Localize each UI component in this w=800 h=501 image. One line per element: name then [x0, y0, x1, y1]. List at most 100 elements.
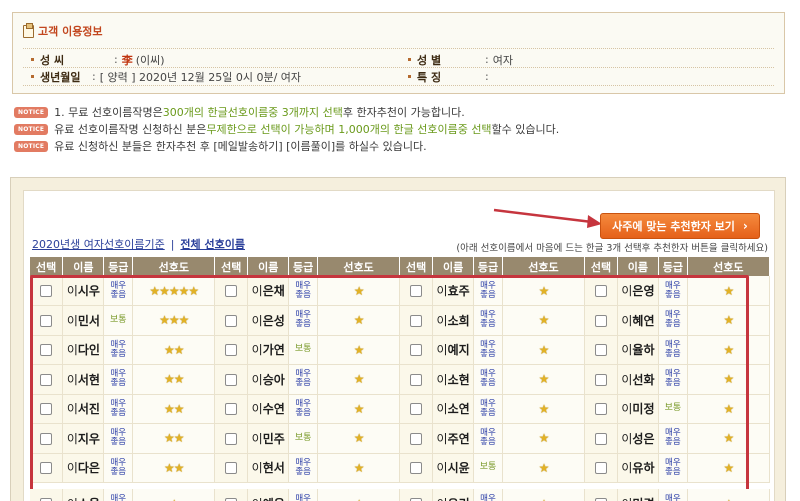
preference-stars: ★ [723, 372, 734, 386]
name-checkbox[interactable] [40, 285, 53, 297]
select-cell [399, 305, 434, 336]
table-row: 이지우 매우 좋음 ★★ 이민주 보통 ★ 이주연 매우 좋음 ★ 이성은 매우 좋음 ★ [30, 423, 771, 454]
preference-cell: ★★ [132, 394, 216, 424]
given-name-text: 민주 [262, 431, 285, 446]
name-checkbox[interactable] [225, 344, 238, 357]
select-cell [214, 335, 249, 365]
preference-cell: ★★★ [132, 305, 216, 336]
header-select: 선택 [399, 257, 434, 276]
star-icon: ★ [159, 313, 170, 328]
grade-label-line: 좋음 [665, 348, 681, 359]
preference-stars: ★ [354, 343, 365, 357]
name-checkbox[interactable] [40, 403, 53, 416]
name-checkbox[interactable] [410, 403, 423, 416]
name-checkbox[interactable] [410, 462, 423, 475]
surname-text: 이 [66, 284, 78, 298]
notice-1: NOTICE 1. 무료 선호이름작명은 300개의 한글선호이름중 3개까지 … [14, 104, 465, 120]
preference-stars: ★ [723, 431, 734, 445]
grade-label: 보통 [110, 314, 127, 325]
preference-cell: ★★ [132, 453, 216, 483]
name-cell: 이승아 [247, 364, 290, 395]
header-select: 선택 [214, 257, 249, 276]
header-preference: 선호도 [502, 257, 586, 276]
select-cell [30, 489, 64, 501]
name-checkbox[interactable] [594, 344, 607, 357]
name-checkbox[interactable] [410, 432, 423, 445]
customer-info-title: 고객 이용정보 [23, 22, 103, 39]
recommend-hanja-button[interactable]: 사주에 맞는 추천한자 보기 › [600, 213, 760, 239]
name-checkbox[interactable] [410, 373, 423, 386]
grade-cell: 매우좋음 [658, 305, 688, 336]
name-checkbox[interactable] [40, 462, 53, 475]
given-name-text: 민서 [77, 313, 100, 328]
preference-stars: ★ [354, 497, 365, 501]
star-icon: ★ [169, 497, 180, 501]
name-cell: 이은영 [617, 276, 659, 306]
grade-cell: 매우좋음 [473, 335, 503, 365]
name-checkbox[interactable] [225, 373, 238, 386]
grade-label-line: 좋음 [480, 319, 496, 330]
given-name-text: 소현 [447, 372, 470, 387]
given-name-text: 효주 [447, 284, 470, 298]
name-checkbox[interactable] [225, 462, 238, 475]
preference-cell: ★★ [132, 364, 216, 395]
grade-cell: 매우좋음 [473, 489, 503, 501]
name-checkbox[interactable] [410, 285, 423, 297]
grade-cell: 보통 [473, 453, 503, 483]
preference-cell: ★ [502, 335, 586, 365]
tab-2020-female-names[interactable]: 2020년생 여자선호이름기준 [32, 236, 165, 252]
grade-cell: 매우좋음 [103, 489, 134, 501]
name-checkbox[interactable] [594, 314, 607, 327]
name-checkbox[interactable] [40, 344, 53, 357]
name-checkbox[interactable] [225, 314, 238, 327]
preference-stars: ★ [723, 343, 734, 357]
select-cell [584, 335, 618, 365]
grade-label-line: 좋음 [665, 319, 681, 330]
name-checkbox[interactable] [594, 432, 607, 445]
surname-text: 이 [251, 402, 263, 417]
select-cell [584, 394, 618, 424]
given-name-text: 예은 [263, 497, 285, 501]
name-checkbox[interactable] [594, 373, 607, 386]
preference-cell: ★ [687, 489, 770, 501]
name-checkbox[interactable] [225, 285, 238, 297]
name-checkbox[interactable] [410, 344, 423, 357]
grade-label: 매우좋음 [104, 399, 132, 418]
name-checkbox[interactable] [594, 462, 607, 475]
grade-label-line: 매우 [110, 493, 127, 501]
surname-text: 이 [436, 431, 448, 446]
name-checkbox[interactable] [594, 285, 607, 297]
name-checkbox[interactable] [225, 432, 238, 445]
grade-cell: 매우좋음 [288, 489, 319, 501]
star-icon: ★ [164, 460, 175, 475]
name-checkbox[interactable] [594, 403, 607, 416]
given-name-text: 가연 [262, 343, 285, 358]
name-checkbox[interactable] [40, 373, 53, 386]
surname-text: 이 [66, 402, 78, 417]
surname-label: 성 씨 [40, 53, 65, 67]
table-row-partial: 이소율매우좋음★이예은매우좋음★이유리매우좋음★이미경매우좋음★ [30, 489, 770, 501]
header-select: 선택 [584, 257, 618, 276]
grade-label: 매우좋음 [659, 311, 687, 329]
name-checkbox[interactable] [410, 314, 423, 327]
grade-cell: 매우좋음 [103, 394, 134, 424]
name-cell: 이유하 [617, 453, 659, 483]
given-name-text: 시윤 [447, 461, 470, 476]
preference-cell: ★ [687, 394, 771, 424]
tab-all-names[interactable]: 전체 선호이름 [180, 236, 245, 252]
select-cell [214, 453, 249, 483]
name-checkbox[interactable] [40, 314, 53, 327]
grade-label: 매우좋음 [659, 429, 687, 447]
preference-stars: ★★★★★ [149, 283, 199, 298]
grade-label-line: 좋음 [480, 348, 496, 359]
name-checkbox[interactable] [40, 432, 53, 445]
grade-label: 매우좋음 [289, 370, 317, 388]
star-icon: ★ [168, 283, 180, 298]
name-cell: 이성은 [617, 423, 659, 454]
surname-text: 이 [66, 431, 78, 446]
name-cell: 이다인 [62, 335, 105, 365]
name-cell: 이예은 [247, 489, 290, 501]
name-checkbox[interactable] [225, 403, 238, 416]
table-row: 이민서 보통 ★★★ 이은성 매우 좋음 ★ 이소희 매우 좋음 ★ 이혜연 매우 좋음 ★ [30, 305, 771, 336]
surname-text: 이 [251, 431, 263, 446]
